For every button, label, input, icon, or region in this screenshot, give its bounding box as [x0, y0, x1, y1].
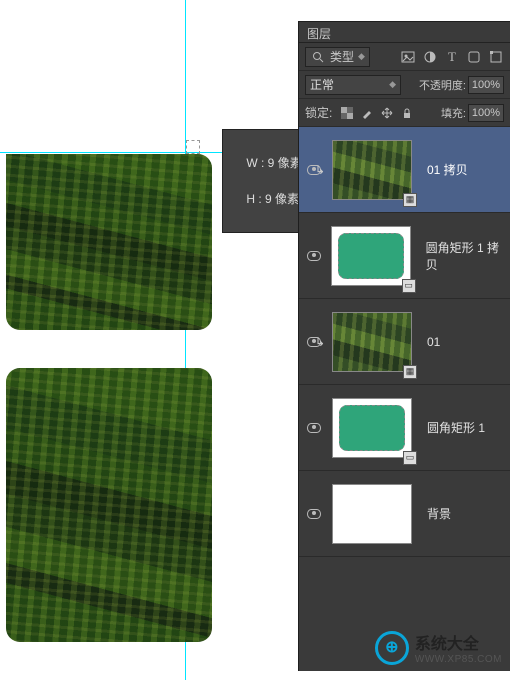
canvas-area[interactable]: W : 9 像素 H : 9 像素 — [0, 0, 298, 671]
visibility-toggle-icon[interactable] — [307, 251, 321, 261]
watermark: ⊕ 系统大全 WWW.XP85.COM — [375, 630, 502, 665]
layer-thumbnail[interactable] — [332, 398, 412, 458]
filter-image-icon[interactable] — [400, 49, 416, 65]
layer-name[interactable]: 01 拷贝 — [427, 161, 468, 178]
clip-indicator-icon: ↳ — [315, 163, 325, 177]
filter-row: 类型 ◆ T — [299, 43, 510, 71]
canvas-image-2[interactable] — [6, 368, 212, 642]
layer-filter-kind[interactable]: 类型 ◆ — [305, 47, 370, 67]
blend-mode-value: 正常 — [310, 76, 334, 93]
filter-smart-icon[interactable] — [488, 49, 504, 65]
layers-panel: 图层 类型 ◆ T 正常 ◆ 不透明度: 100% — [298, 21, 510, 671]
layers-tab[interactable]: 图层 — [299, 22, 510, 43]
layer-row[interactable]: 背景 — [299, 471, 510, 557]
layer-thumbnail[interactable] — [332, 312, 412, 372]
shape-badge-icon: ▭ — [403, 451, 417, 465]
layer-name[interactable]: 圆角矩形 1 — [427, 419, 485, 436]
visibility-toggle-icon[interactable] — [307, 423, 321, 433]
shape-badge-icon: ▭ — [402, 279, 416, 293]
layer-name[interactable]: 圆角矩形 1 拷贝 — [426, 239, 510, 273]
lock-label: 锁定: — [305, 104, 332, 121]
filter-shape-icon[interactable] — [466, 49, 482, 65]
layers-list: ↳ ▦ 01 拷贝 ▭ 圆角矩形 1 拷贝 ↳ ▦ 01 ▭ 圆角矩形 1 背景 — [299, 127, 510, 557]
layer-name[interactable]: 背景 — [427, 505, 451, 522]
transform-selection[interactable] — [186, 140, 200, 154]
watermark-brand: 系统大全 — [415, 630, 502, 654]
filter-adjust-icon[interactable] — [422, 49, 438, 65]
layers-tab-label: 图层 — [307, 27, 331, 41]
lock-pixels-icon[interactable] — [340, 106, 354, 120]
opacity-label: 不透明度: — [419, 77, 466, 93]
clip-indicator-icon: ↳ — [315, 335, 325, 349]
watermark-badge-icon: ⊕ — [375, 631, 409, 665]
measure-h: H : 9 像素 — [246, 192, 299, 206]
search-icon — [310, 49, 326, 65]
visibility-toggle-icon[interactable] — [307, 509, 321, 519]
lock-row: 锁定: 填充: 100% — [299, 99, 510, 127]
chevron-down-icon: ◆ — [389, 79, 396, 90]
smart-object-badge-icon: ▦ — [403, 365, 417, 379]
fill-input[interactable]: 100% — [468, 104, 504, 122]
opacity-input[interactable]: 100% — [468, 76, 504, 94]
layer-thumbnail[interactable] — [332, 484, 412, 544]
blend-row: 正常 ◆ 不透明度: 100% — [299, 71, 510, 99]
measure-w: W : 9 像素 — [246, 156, 301, 170]
layer-name[interactable]: 01 — [427, 335, 440, 349]
layer-thumbnail[interactable] — [331, 226, 411, 286]
filter-type-icon[interactable]: T — [444, 49, 460, 65]
layer-row[interactable]: ▭ 圆角矩形 1 — [299, 385, 510, 471]
fill-label: 填充: — [441, 105, 466, 121]
lock-move-icon[interactable] — [380, 106, 394, 120]
smart-object-badge-icon: ▦ — [403, 193, 417, 207]
filter-kind-label: 类型 — [330, 48, 354, 65]
layer-row[interactable]: ▭ 圆角矩形 1 拷贝 — [299, 213, 510, 299]
layer-row[interactable]: ↳ ▦ 01 — [299, 299, 510, 385]
canvas-image-1[interactable] — [6, 154, 212, 330]
lock-paint-icon[interactable] — [360, 106, 374, 120]
lock-all-icon[interactable] — [400, 106, 414, 120]
blend-mode-select[interactable]: 正常 ◆ — [305, 75, 401, 95]
chevron-down-icon: ◆ — [358, 51, 365, 62]
watermark-url: WWW.XP85.COM — [415, 654, 502, 665]
layer-row[interactable]: ↳ ▦ 01 拷贝 — [299, 127, 510, 213]
layer-thumbnail[interactable] — [332, 140, 412, 200]
